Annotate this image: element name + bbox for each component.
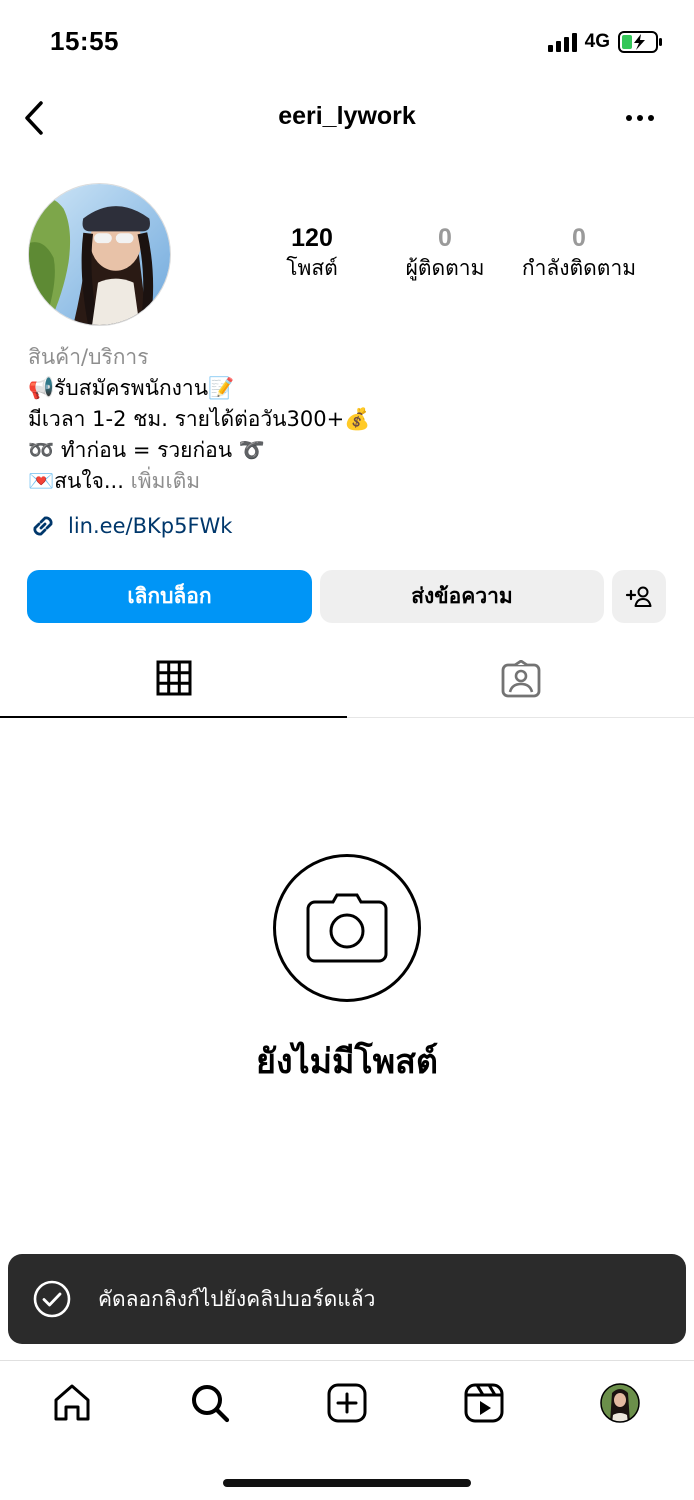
profile-bio: สินค้า/บริการ 📢รับสมัครพนักงาน📝 มีเวลา 1… — [28, 342, 668, 497]
add-person-icon — [625, 586, 652, 607]
bio-line: มีเวลา 1-2 ชม. รายได้ต่อวัน300+💰 — [28, 407, 371, 431]
bio-line: 💌สนใจ... — [28, 469, 124, 493]
nav-profile[interactable] — [598, 1381, 642, 1425]
grid-icon — [156, 660, 191, 696]
home-indicator — [223, 1479, 471, 1487]
camera-icon — [306, 893, 388, 963]
toast-message: คัดลอกลิงก์ไปยังคลิปบอร์ดแล้ว — [98, 1286, 376, 1311]
more-options-button[interactable] — [622, 100, 658, 136]
search-icon — [192, 1385, 230, 1423]
copied-toast: คัดลอกลิงก์ไปยังคลิปบอร์ดแล้ว — [8, 1254, 686, 1344]
followers-value: 0 — [438, 224, 452, 252]
posts-value: 120 — [291, 224, 333, 252]
bottom-nav — [0, 1360, 694, 1500]
followers-label: ผู้ติดตาม — [405, 256, 485, 280]
status-indicators: 4G — [547, 30, 664, 54]
battery-charging-icon — [618, 31, 662, 53]
bio-line: 📢รับสมัครพนักงาน📝 — [28, 376, 235, 400]
status-bar: 15:55 4G — [0, 0, 694, 84]
followers-count[interactable]: 0 ผู้ติดตาม — [395, 222, 495, 282]
profile-avatar[interactable] — [28, 183, 171, 326]
empty-posts-state: ยังไม่มีโพสต์ — [0, 854, 694, 1088]
link-icon — [33, 516, 53, 536]
tab-tagged[interactable] — [347, 640, 694, 718]
suggest-people-button[interactable] — [612, 570, 666, 623]
signal-icon — [547, 32, 577, 52]
more-dots-icon — [626, 115, 654, 121]
profile-link-text: lin.ee/BKp5FWk — [68, 514, 233, 538]
posts-label: โพสต์ — [286, 256, 338, 280]
profile-link[interactable]: lin.ee/BKp5FWk — [28, 511, 232, 541]
nav-search[interactable] — [188, 1381, 232, 1425]
create-icon — [327, 1383, 367, 1423]
nav-reels[interactable] — [462, 1381, 506, 1425]
bio-line: ➿ ทำก่อน = รวยก่อน ➰ — [28, 438, 265, 462]
unblock-button[interactable]: เลิกบล็อก — [27, 570, 312, 623]
network-type: 4G — [584, 31, 610, 52]
reels-icon — [464, 1383, 504, 1423]
profile-avatar-small — [600, 1383, 640, 1423]
home-icon — [54, 1384, 90, 1421]
check-circle-icon — [33, 1280, 71, 1318]
bio-more-link[interactable]: เพิ่มเติม — [124, 469, 201, 493]
bio-line-last: 💌สนใจ... เพิ่มเติม — [28, 466, 668, 497]
status-time: 15:55 — [50, 26, 119, 56]
bio-category: สินค้า/บริการ — [28, 345, 149, 369]
page-title-username: eeri_lywork — [278, 102, 416, 130]
tab-posts-grid[interactable] — [0, 640, 347, 718]
message-button[interactable]: ส่งข้อความ — [320, 570, 604, 623]
avatar-photo — [29, 184, 170, 325]
following-count[interactable]: 0 กำลังติดตาม — [512, 222, 646, 282]
empty-posts-title: ยังไม่มีโพสต์ — [256, 1042, 438, 1082]
following-label: กำลังติดตาม — [521, 256, 637, 280]
profile-header: eeri_lywork — [0, 84, 694, 152]
profile-tabs — [0, 640, 694, 718]
camera-circle — [273, 854, 421, 1002]
posts-count[interactable]: 120 โพสต์ — [270, 222, 354, 282]
nav-create[interactable] — [325, 1381, 369, 1425]
nav-home[interactable] — [50, 1381, 94, 1425]
following-value: 0 — [572, 224, 586, 252]
tagged-person-icon — [501, 660, 540, 698]
